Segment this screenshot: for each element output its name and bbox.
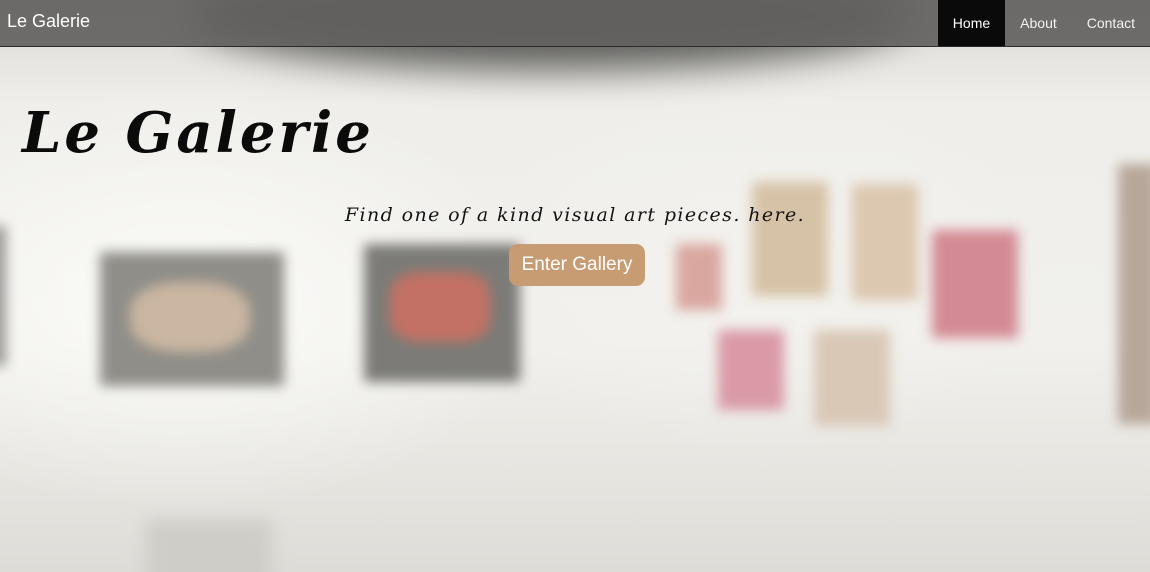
nav-about-link[interactable]: About <box>1005 0 1072 46</box>
nav-home-link[interactable]: Home <box>937 0 1006 46</box>
enter-gallery-button[interactable]: Enter Gallery <box>509 244 645 286</box>
hero-title: Le Galerie <box>22 100 374 166</box>
gallery-background-image <box>0 0 1150 572</box>
nav-contact-link[interactable]: Contact <box>1072 0 1150 46</box>
brand-link[interactable]: Le Galerie <box>0 11 90 36</box>
nav-links: Home About Contact <box>937 0 1150 46</box>
navbar: Le Galerie Home About Contact <box>0 0 1150 47</box>
hero-tagline: Find one of a kind visual art pieces. he… <box>344 204 806 226</box>
